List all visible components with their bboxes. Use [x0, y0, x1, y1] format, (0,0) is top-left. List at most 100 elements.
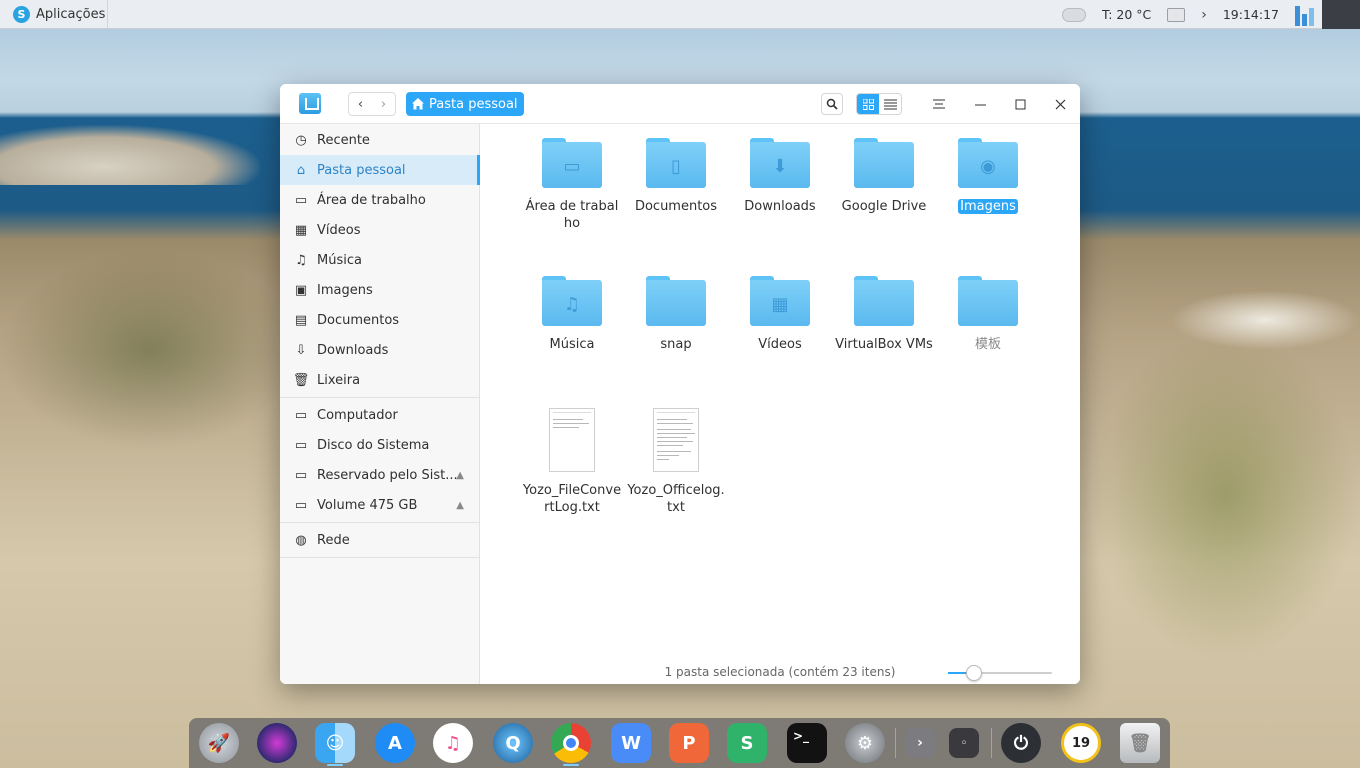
sidebar-item-label: Música	[317, 252, 362, 268]
wallpaper-rocks	[1170, 290, 1360, 350]
home-icon: ⌂	[296, 162, 306, 178]
itunes-icon[interactable]: ♫	[433, 723, 473, 763]
folder-item[interactable]: snap	[626, 262, 726, 380]
sidebar-item-rede[interactable]: ◍ Rede	[280, 525, 480, 555]
folder-item[interactable]: ▦ Vídeos	[730, 262, 830, 380]
sidebar-item-documentos[interactable]: ▤ Documentos	[280, 305, 480, 335]
status-bar: 1 pasta selecionada (contém 23 itens)	[480, 662, 1080, 684]
sidebar-item-reservado[interactable]: ▭ Reservado pelo Sist... ▲	[280, 460, 480, 490]
temperature-readout[interactable]: T: 20 °C	[1094, 0, 1159, 29]
forward-button[interactable]: ›	[372, 93, 395, 115]
folder-icon	[854, 138, 914, 188]
eject-icon[interactable]: ▲	[456, 470, 464, 481]
folder-item[interactable]: VirtualBox VMs	[834, 262, 934, 380]
launcher-icon[interactable]: 🚀	[199, 723, 239, 763]
power-icon[interactable]: ⏻	[1001, 723, 1041, 763]
folder-item[interactable]: Google Drive	[834, 124, 934, 242]
main-menu-button[interactable]	[928, 93, 950, 115]
camera-glyph-icon: ◉	[980, 155, 996, 177]
trash-icon[interactable]: 🗑	[1120, 723, 1160, 763]
back-button[interactable]: ‹	[349, 93, 372, 115]
network-icon: ◍	[295, 532, 307, 548]
close-button[interactable]	[1049, 93, 1071, 115]
sidebar-item-computador[interactable]: ▭ Computador	[280, 400, 480, 430]
home-icon	[412, 98, 424, 110]
desktop-toggle-button[interactable]	[1322, 0, 1360, 29]
minimize-button[interactable]	[969, 93, 991, 115]
weather-indicator[interactable]	[1048, 0, 1094, 29]
folder-item[interactable]: ▭ Área de trabalho	[522, 124, 622, 242]
desktop-icon: ▭	[294, 192, 308, 208]
folder-item[interactable]: ♫ Música	[522, 262, 622, 380]
sidebar-item-videos[interactable]: ▦ Vídeos	[280, 215, 480, 245]
wallpaper-vegetation	[1090, 330, 1360, 660]
file-manager-window: ‹ › Pasta pessoal ◷ Recente ⌂ Pasta pess…	[280, 84, 1080, 684]
tray-button[interactable]: ◦	[949, 728, 979, 758]
sidebar-item-volume-475gb[interactable]: ▭ Volume 475 GB ▲	[280, 490, 480, 520]
quicktime-icon[interactable]: Q	[493, 723, 533, 763]
navigation-buttons: ‹ ›	[348, 92, 396, 116]
maximize-icon	[1015, 99, 1025, 109]
wps-spreadsheet-icon[interactable]: S	[727, 723, 767, 763]
sidebar-item-pasta-pessoal[interactable]: ⌂ Pasta pessoal	[280, 155, 480, 185]
file-name: Área de trabalho	[525, 199, 619, 231]
system-settings-icon[interactable]: ⚙	[845, 723, 885, 763]
minimize-icon	[974, 104, 986, 105]
chrome-icon[interactable]	[551, 723, 591, 763]
disk-icon: ▭	[294, 467, 308, 483]
sidebar-item-label: Documentos	[317, 312, 400, 328]
cloud-icon	[1061, 7, 1086, 22]
sidebar-item-disco-do-sistema[interactable]: ▭ Disco do Sistema	[280, 430, 480, 460]
image-icon: ▣	[294, 282, 308, 298]
folder-item[interactable]: ⬇ Downloads	[730, 124, 830, 242]
file-name: 模板	[974, 337, 1001, 352]
folder-item-selected[interactable]: ◉ Imagens	[938, 124, 1038, 242]
printer-icon	[1167, 7, 1186, 22]
icon-view-button[interactable]	[857, 94, 879, 114]
wps-presentation-icon[interactable]: P	[669, 723, 709, 763]
siri-icon[interactable]	[257, 723, 297, 763]
file-name: Yozo_Officelog.txt	[627, 483, 725, 515]
folder-item[interactable]: ▯ Documentos	[626, 124, 726, 242]
slider-handle[interactable]	[966, 665, 982, 681]
icon-size-slider[interactable]	[948, 665, 1052, 681]
maximize-button[interactable]	[1009, 93, 1031, 115]
wps-writer-icon[interactable]: W	[611, 723, 651, 763]
finder-icon[interactable]: ☺	[315, 723, 355, 763]
sidebar-item-label: Lixeira	[317, 372, 361, 388]
printer-indicator[interactable]	[1159, 0, 1193, 29]
list-view-button[interactable]	[879, 94, 901, 114]
sidebar-item-imagens[interactable]: ▣ Imagens	[280, 275, 480, 305]
sidebar: ◷ Recente ⌂ Pasta pessoal ▭ Área de trab…	[280, 124, 480, 684]
file-item[interactable]: Yozo_Officelog.txt	[626, 400, 726, 540]
sidebar-item-label: Imagens	[317, 282, 373, 298]
sidebar-item-lixeira[interactable]: 🗑 Lixeira	[280, 365, 480, 395]
sidebar-item-area-de-trabalho[interactable]: ▭ Área de trabalho	[280, 185, 480, 215]
clock[interactable]: 19:14:17	[1215, 0, 1287, 29]
terminal-icon[interactable]: >_	[787, 723, 827, 763]
applications-menu-button[interactable]: S Aplicações	[0, 0, 108, 29]
desktop-glyph-icon: ▭	[563, 155, 581, 177]
file-manager-app-icon	[299, 93, 321, 114]
file-name: Documentos	[634, 199, 718, 214]
breadcrumb-home[interactable]: Pasta pessoal	[406, 92, 524, 116]
tray-expand-button[interactable]: ›	[1193, 0, 1215, 29]
running-indicator	[327, 764, 343, 766]
document-icon: ▤	[294, 312, 308, 328]
search-button[interactable]	[821, 93, 843, 115]
folder-icon: ▭	[542, 138, 602, 188]
network-monitor[interactable]	[1287, 0, 1322, 29]
folder-item[interactable]: 模板	[938, 262, 1038, 380]
file-item[interactable]: Yozo_FileConvertLog.txt	[522, 400, 622, 540]
app-store-icon[interactable]: A	[375, 723, 415, 763]
dock-expand-button[interactable]: ›	[905, 728, 935, 758]
eject-icon[interactable]: ▲	[456, 500, 464, 511]
sidebar-item-musica[interactable]: ♫ Música	[280, 245, 480, 275]
top-panel: S Aplicações T: 20 °C › 19:14:17	[0, 0, 1360, 29]
dock-divider	[895, 728, 896, 758]
clock-widget-icon[interactable]: 19	[1061, 723, 1101, 763]
sidebar-item-downloads[interactable]: ⇩ Downloads	[280, 335, 480, 365]
search-icon	[826, 98, 838, 110]
sidebar-item-recente[interactable]: ◷ Recente	[280, 125, 480, 155]
sidebar-divider	[280, 522, 480, 523]
